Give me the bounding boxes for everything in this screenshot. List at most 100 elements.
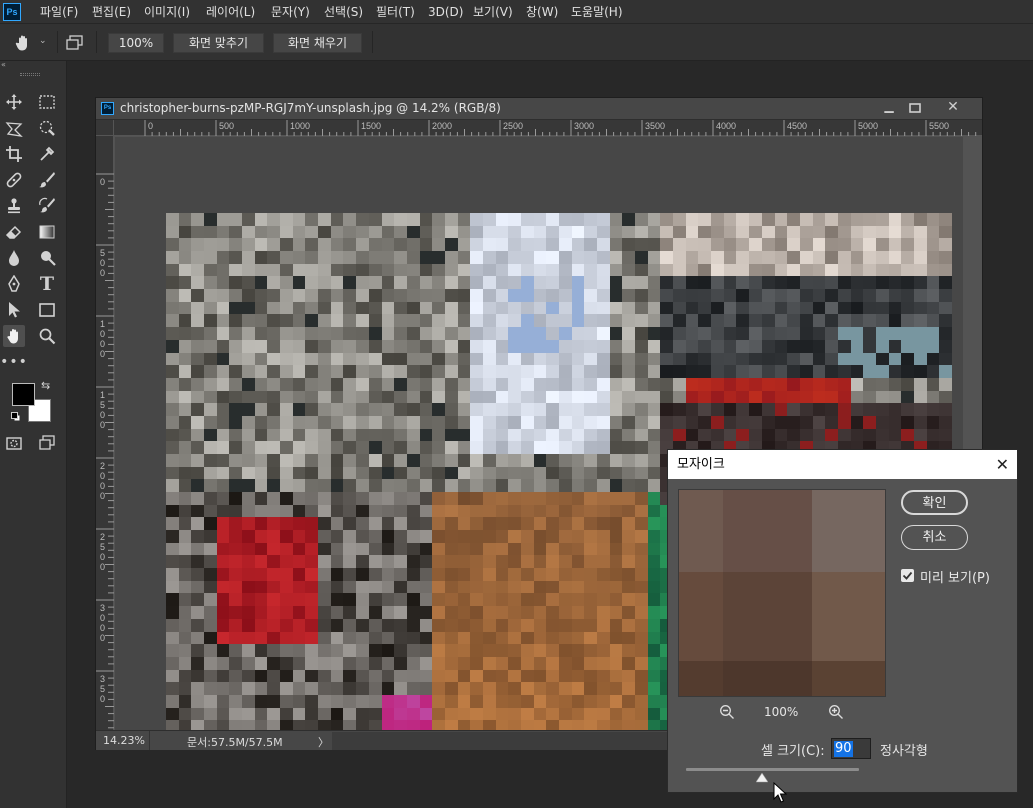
gradient-tool-icon[interactable] — [36, 221, 58, 243]
mosaic-cell — [394, 263, 407, 277]
type-tool-icon[interactable]: T — [36, 273, 58, 295]
mosaic-cell — [419, 466, 433, 480]
mosaic-cell — [330, 669, 344, 683]
mosaic-cell — [356, 251, 369, 264]
menu-edit[interactable]: 편집(E) — [92, 3, 131, 21]
mosaic-cell — [597, 453, 610, 467]
ok-button[interactable]: 확인 — [901, 490, 968, 515]
menu-select[interactable]: 선택(S) — [324, 3, 363, 21]
mosaic-cell — [343, 479, 357, 493]
mosaic-cell — [470, 542, 483, 556]
move-tool-icon[interactable] — [3, 91, 25, 113]
fit-screen-button[interactable]: 화면 맞추기 — [173, 33, 264, 53]
quick-mask-icon[interactable] — [3, 432, 25, 454]
menu-filter[interactable]: 필터(T) — [376, 3, 415, 21]
zoom-level[interactable]: 14.23% — [103, 734, 145, 747]
close-document-icon[interactable]: ✕ — [940, 99, 966, 117]
panel-grip[interactable] — [20, 73, 40, 76]
eyedropper-tool-icon[interactable] — [36, 143, 58, 165]
vertical-ruler[interactable]: 0 5 0 0 1 0 0 0 1 5 0 0 2 0 0 0 2 5 0 0 … — [96, 136, 114, 730]
mosaic-cell — [330, 301, 344, 315]
menu-view[interactable]: 보기(V) — [473, 3, 513, 21]
mosaic-cell — [343, 390, 357, 404]
menu-help[interactable]: 도움말(H) — [571, 3, 623, 21]
blur-tool-icon[interactable] — [3, 247, 25, 269]
default-colors-icon[interactable] — [11, 411, 21, 422]
menu-file[interactable]: 파일(F) — [40, 3, 78, 21]
status-menu-arrow[interactable]: 〉 — [318, 734, 329, 750]
brush-tool-icon[interactable] — [36, 169, 58, 191]
mosaic-cell — [546, 263, 559, 277]
chevron-down-icon[interactable]: ⌄ — [39, 36, 47, 46]
photoshop-logo-icon[interactable]: Ps — [3, 3, 21, 21]
horizontal-ruler[interactable]: 0 500 1000 1500 2000 2500 3000 3500 4000… — [114, 120, 982, 136]
menu-3d[interactable]: 3D(D) — [428, 3, 463, 21]
foreground-color-swatch[interactable] — [12, 383, 35, 406]
hand-tool-preset-icon[interactable] — [13, 33, 33, 53]
mosaic-cell — [368, 365, 382, 378]
rectangle-tool-icon[interactable] — [36, 299, 58, 321]
zoom-out-icon[interactable] — [719, 704, 735, 720]
clone-stamp-tool-icon[interactable] — [3, 195, 25, 217]
minimize-icon[interactable]: ▁ — [874, 99, 904, 117]
mosaic-cell — [394, 504, 407, 518]
mosaic-cell — [305, 377, 319, 391]
maximize-icon[interactable] — [903, 102, 927, 116]
document-title-bar[interactable]: Ps christopher-burns-pzMP-RGJ7mY-unsplas… — [96, 98, 982, 120]
swap-colors-icon[interactable]: ⇆ — [41, 379, 50, 392]
menu-type[interactable]: 문자(Y) — [271, 3, 310, 21]
collapse-panel-icon[interactable]: « — [0, 61, 66, 71]
dialog-title-bar[interactable]: 모자이크 ✕ — [668, 450, 1017, 479]
mosaic-cell — [406, 580, 420, 594]
cell-size-slider[interactable] — [686, 768, 859, 771]
preview-checkbox[interactable] — [901, 569, 914, 582]
mouse-cursor-icon — [773, 781, 788, 804]
mosaic-cell — [318, 276, 331, 290]
fill-screen-button[interactable]: 화면 채우기 — [273, 33, 362, 53]
mosaic-cell — [698, 415, 712, 429]
zoom-tool-icon[interactable] — [36, 325, 58, 347]
preview-label[interactable]: 미리 보기(P) — [920, 567, 990, 586]
eraser-tool-icon[interactable] — [3, 221, 25, 243]
mosaic-cell — [660, 276, 674, 290]
mosaic-cell — [837, 390, 851, 404]
menu-window[interactable]: 창(W) — [526, 3, 558, 21]
mosaic-cell — [508, 213, 521, 226]
path-selection-tool-icon[interactable] — [3, 299, 25, 321]
mosaic-cell — [559, 339, 572, 353]
mosaic-cell — [609, 339, 623, 353]
mosaic-cell — [584, 542, 598, 556]
ruler-origin[interactable] — [96, 120, 114, 136]
close-dialog-icon[interactable]: ✕ — [996, 450, 1009, 479]
zoom-100-button[interactable]: 100% — [108, 33, 164, 53]
crop-tool-icon[interactable] — [3, 143, 25, 165]
lasso-tool-icon[interactable] — [3, 117, 25, 139]
menu-image[interactable]: 이미지(I) — [144, 3, 190, 21]
hand-tool-icon[interactable] — [3, 325, 25, 347]
menu-layer[interactable]: 레이어(L) — [206, 3, 255, 21]
scroll-all-windows-icon[interactable] — [66, 34, 84, 52]
mosaic-cell — [597, 289, 610, 302]
mosaic-cell — [368, 656, 382, 670]
spot-healing-brush-tool-icon[interactable] — [3, 169, 25, 191]
dodge-tool-icon[interactable] — [36, 247, 58, 269]
more-tools-icon[interactable]: ••• — [0, 351, 27, 373]
history-brush-tool-icon[interactable] — [36, 195, 58, 217]
cancel-button[interactable]: 취소 — [901, 525, 968, 550]
mosaic-cell — [419, 593, 433, 607]
mosaic-cell — [406, 466, 420, 480]
mosaic-cell — [356, 403, 369, 416]
pen-tool-icon[interactable] — [3, 273, 25, 295]
mosaic-cell — [736, 365, 750, 378]
mosaic-cell — [647, 238, 661, 252]
zoom-in-icon[interactable] — [828, 704, 844, 720]
mosaic-cell — [318, 492, 331, 505]
preview-pane[interactable] — [678, 489, 886, 697]
mosaic-cell — [495, 238, 509, 252]
slider-thumb[interactable] — [755, 772, 769, 783]
mosaic-cell — [812, 339, 826, 353]
quick-selection-tool-icon[interactable] — [36, 117, 58, 139]
mosaic-cell — [812, 276, 826, 290]
screen-mode-icon[interactable] — [36, 432, 58, 454]
marquee-tool-icon[interactable] — [36, 91, 58, 113]
